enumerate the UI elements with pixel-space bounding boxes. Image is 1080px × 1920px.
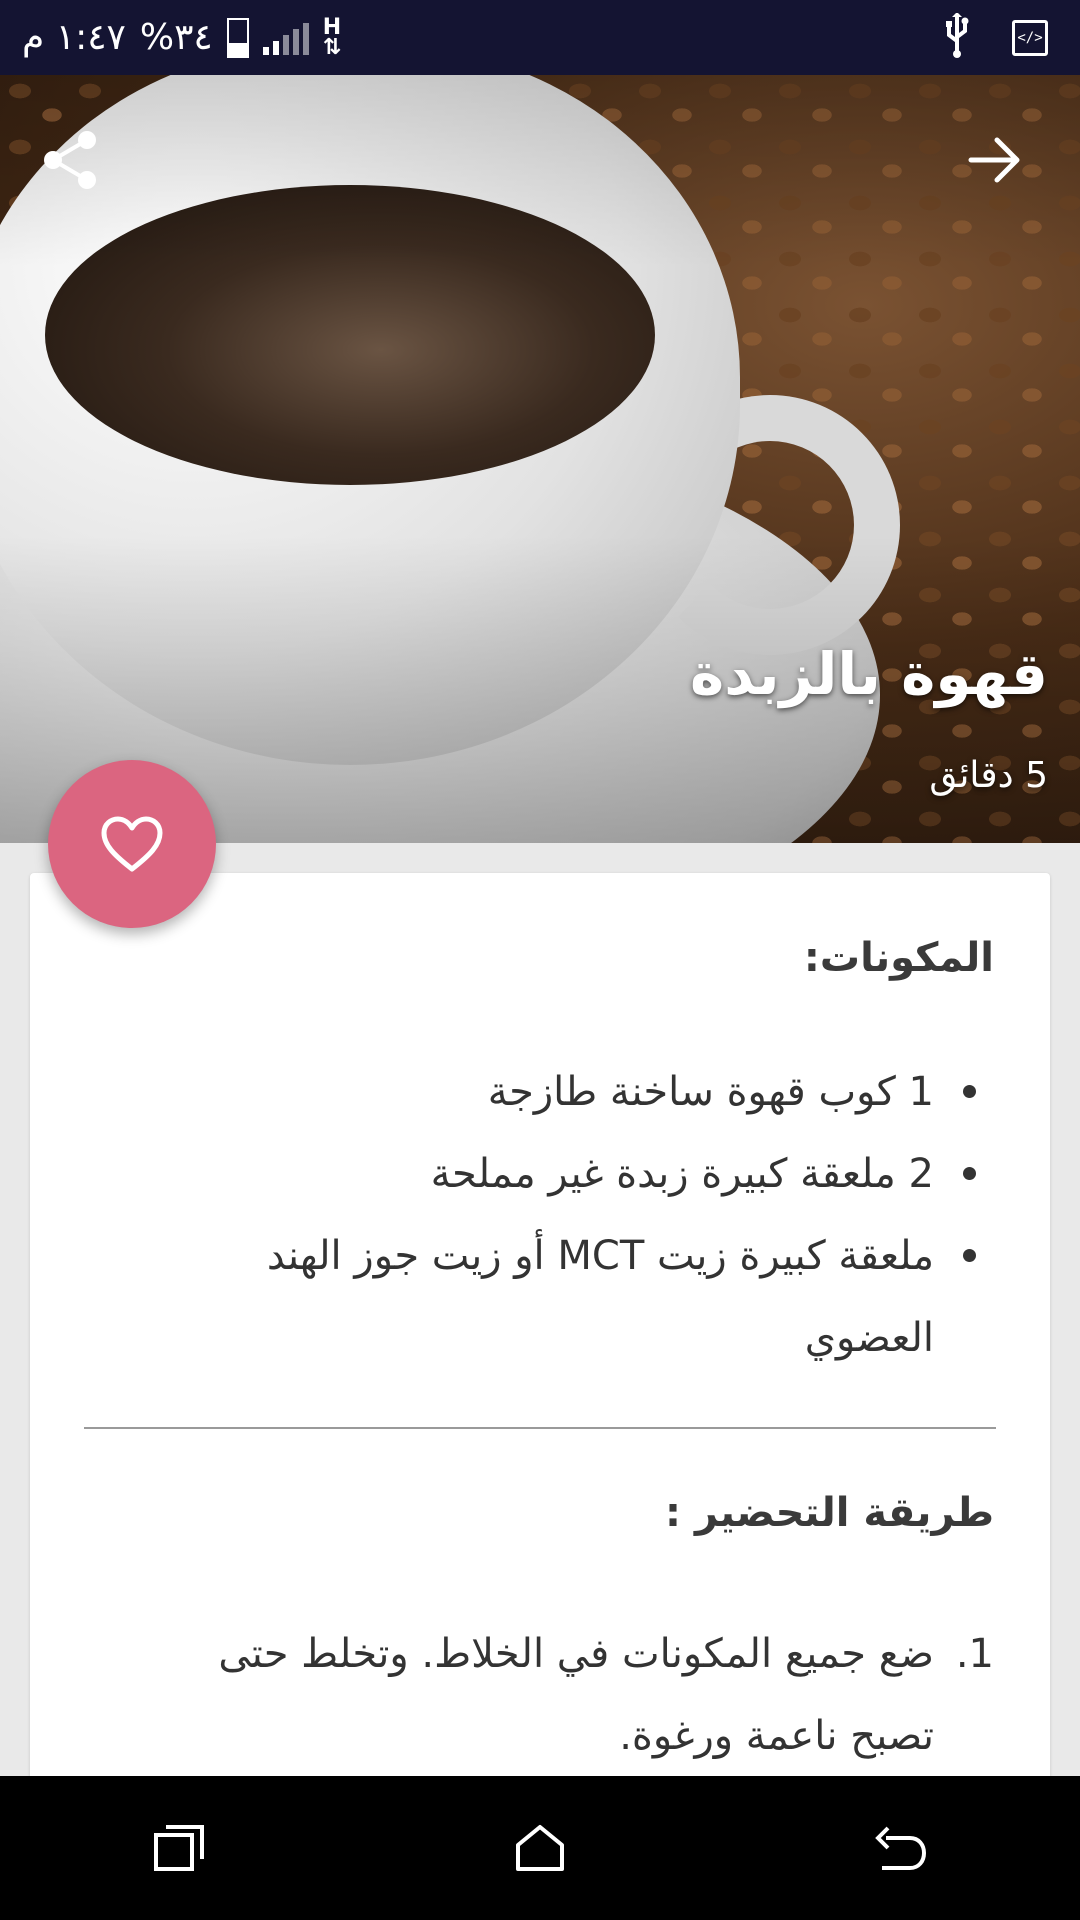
favorite-button[interactable] bbox=[48, 760, 216, 928]
heart-icon bbox=[101, 816, 163, 872]
signal-icon bbox=[262, 21, 309, 55]
status-bar: ١:٤٧ م %٣٤ H ⇅ </> bbox=[0, 0, 1080, 75]
status-left: ١:٤٧ م %٣٤ H ⇅ bbox=[22, 0, 341, 75]
network-type-icon: H ⇅ bbox=[322, 14, 342, 60]
preparation-steps: 1. ضع جميع المكونات في الخلاط. وتخلط حتى… bbox=[134, 1613, 994, 1777]
share-button[interactable] bbox=[26, 115, 116, 205]
ingredient-item: ملعقة كبيرة زيت MCT أو زيت جوز الهند الع… bbox=[134, 1215, 994, 1379]
back-button[interactable] bbox=[950, 115, 1040, 205]
hero-shade bbox=[0, 75, 1080, 843]
recipe-hero-image: قهوة بالزبدة 5 دقائق bbox=[0, 75, 1080, 843]
step-item: 1. ضع جميع المكونات في الخلاط. وتخلط حتى… bbox=[134, 1613, 994, 1777]
usb-icon bbox=[940, 11, 974, 63]
ingredient-item: 1 كوب قهوة ساخنة طازجة bbox=[134, 1051, 994, 1133]
recipe-duration: 5 دقائق bbox=[929, 755, 1048, 796]
arrow-right-icon bbox=[968, 137, 1020, 183]
recents-button[interactable] bbox=[120, 1788, 240, 1908]
network-type-label: H bbox=[322, 14, 342, 40]
ingredients-list: 1 كوب قهوة ساخنة طازجة 2 ملعقة كبيرة زبد… bbox=[134, 1051, 994, 1379]
home-icon bbox=[516, 1825, 564, 1871]
recipe-card: المكونات: 1 كوب قهوة ساخنة طازجة 2 ملعقة… bbox=[30, 873, 1050, 1873]
clock: ١:٤٧ م bbox=[22, 17, 126, 58]
step-text: ضع جميع المكونات في الخلاط. وتخلط حتى تص… bbox=[218, 1631, 934, 1759]
share-icon bbox=[44, 131, 96, 189]
navigation-bar bbox=[0, 1776, 1080, 1920]
system-back-button[interactable] bbox=[840, 1788, 960, 1908]
battery-percent: %٣٤ bbox=[139, 17, 213, 58]
home-button[interactable] bbox=[480, 1788, 600, 1908]
battery-icon bbox=[226, 17, 249, 58]
status-right: </> bbox=[940, 0, 1048, 75]
section-divider bbox=[84, 1427, 996, 1429]
back-icon bbox=[875, 1826, 927, 1870]
recipe-title: قهوة بالزبدة bbox=[690, 640, 1048, 708]
developer-icon: </> bbox=[1012, 19, 1048, 56]
ingredient-item: 2 ملعقة كبيرة زبدة غير مملحة bbox=[134, 1133, 994, 1215]
step-number: 1. bbox=[955, 1631, 994, 1677]
preparation-title: طريقة التحضير : bbox=[665, 1490, 994, 1536]
recents-icon bbox=[154, 1825, 204, 1871]
ingredients-title: المكونات: bbox=[803, 935, 994, 981]
